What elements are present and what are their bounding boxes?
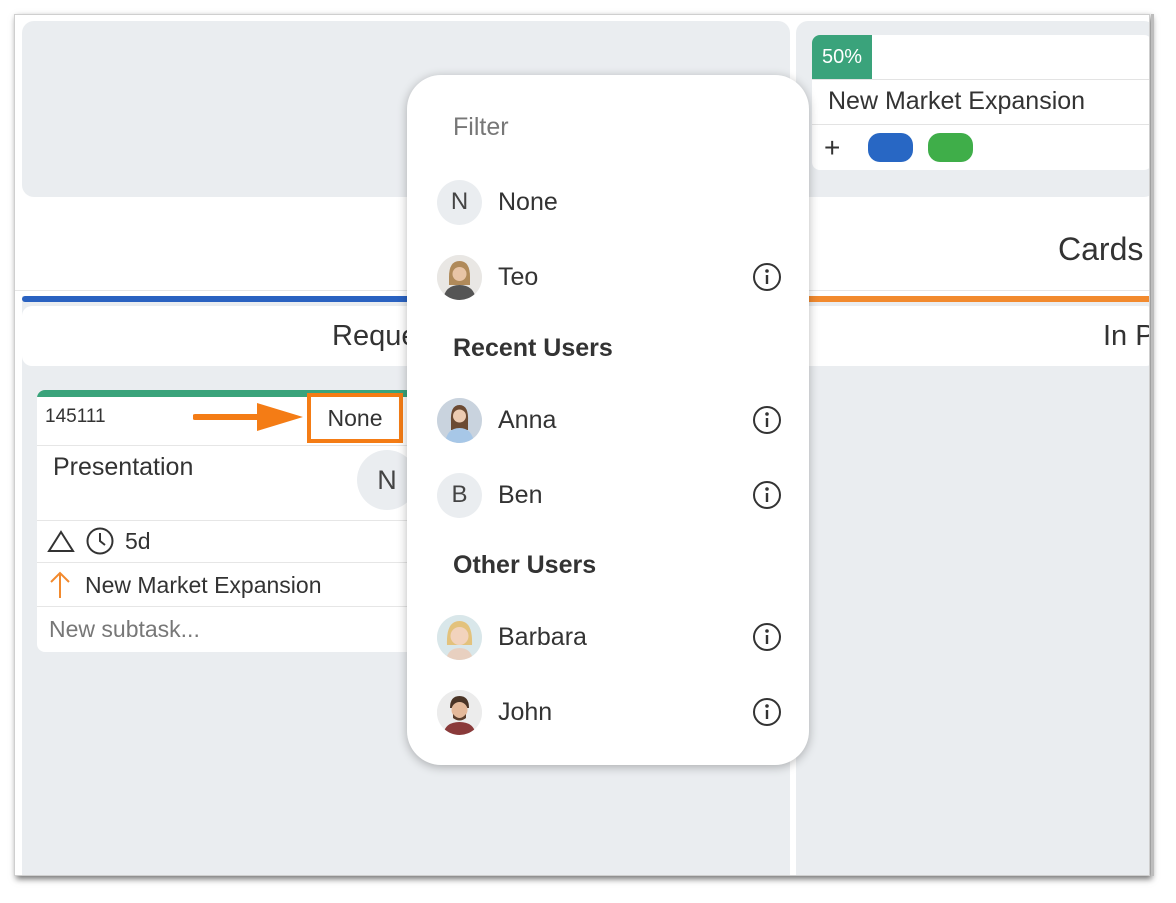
plus-icon[interactable]: + bbox=[824, 132, 840, 164]
arrow-right-icon bbox=[193, 403, 303, 431]
parent-link-text: New Market Expansion bbox=[85, 571, 322, 598]
user-option-ben[interactable]: B Ben bbox=[437, 471, 782, 519]
new-subtask-input[interactable] bbox=[49, 616, 389, 643]
user-option-label: Teo bbox=[498, 262, 539, 291]
arrow-up-icon bbox=[50, 571, 70, 598]
avatar: B bbox=[437, 472, 482, 518]
parent-card[interactable]: 50% New Market Expansion + bbox=[812, 35, 1149, 170]
lane-color-bar bbox=[796, 296, 1149, 302]
avatar-initial: N bbox=[450, 188, 469, 215]
lane-in-progress: In P bbox=[796, 296, 1150, 875]
info-icon[interactable] bbox=[752, 480, 782, 510]
user-option-barbara[interactable]: Barbara bbox=[437, 613, 782, 661]
assignee-dropdown: N None Teo Recent Users bbox=[407, 75, 809, 765]
recent-users-heading: Recent Users bbox=[453, 334, 613, 362]
progress-badge: 50% bbox=[812, 35, 872, 79]
task-meta-row: 5d bbox=[47, 526, 151, 556]
top-right-pane: 50% New Market Expansion + bbox=[796, 21, 1149, 197]
page-shadow bbox=[1151, 14, 1154, 876]
user-option-label: Barbara bbox=[498, 622, 587, 651]
lane-title: In P bbox=[1103, 319, 1150, 352]
user-option-label: None bbox=[498, 187, 558, 216]
info-icon[interactable] bbox=[752, 262, 782, 292]
avatar bbox=[437, 689, 482, 735]
lane-group-title: Cards bbox=[1058, 231, 1144, 267]
user-option-john[interactable]: John bbox=[437, 688, 782, 736]
user-option-anna[interactable]: Anna bbox=[437, 396, 782, 444]
tag-pill-blue[interactable] bbox=[868, 133, 913, 162]
avatar: N bbox=[437, 179, 482, 225]
user-option-label: Ben bbox=[498, 480, 543, 509]
info-icon[interactable] bbox=[752, 697, 782, 727]
parent-card-title: New Market Expansion bbox=[828, 87, 1086, 115]
user-option-label: John bbox=[498, 697, 553, 726]
other-users-heading: Other Users bbox=[453, 551, 597, 579]
avatar bbox=[437, 397, 482, 443]
task-title[interactable]: Presentation bbox=[53, 453, 193, 482]
lane-header[interactable]: In P bbox=[796, 306, 1150, 366]
assignee-field[interactable]: None bbox=[307, 393, 403, 443]
task-card[interactable]: 145111 None Presentation N 5d New Market… bbox=[37, 390, 437, 652]
task-id: 145111 bbox=[45, 406, 106, 427]
avatar-initial: B bbox=[451, 481, 468, 508]
user-option-none[interactable]: N None bbox=[437, 178, 782, 226]
info-icon[interactable] bbox=[752, 405, 782, 435]
avatar-initial: N bbox=[377, 464, 397, 495]
parent-link[interactable]: New Market Expansion bbox=[47, 570, 322, 600]
avatar bbox=[437, 614, 482, 660]
duration-value: 5d bbox=[125, 527, 151, 554]
user-option-teo[interactable]: Teo bbox=[437, 253, 782, 301]
user-option-label: Anna bbox=[498, 405, 557, 434]
assignee-value: None bbox=[327, 404, 383, 431]
lane-title: Reque bbox=[332, 319, 418, 352]
info-icon[interactable] bbox=[752, 622, 782, 652]
clock-icon bbox=[86, 527, 114, 555]
filter-input[interactable] bbox=[453, 113, 753, 142]
tag-pill-green[interactable] bbox=[928, 133, 973, 162]
avatar bbox=[437, 254, 482, 300]
triangle-icon[interactable] bbox=[47, 529, 75, 553]
